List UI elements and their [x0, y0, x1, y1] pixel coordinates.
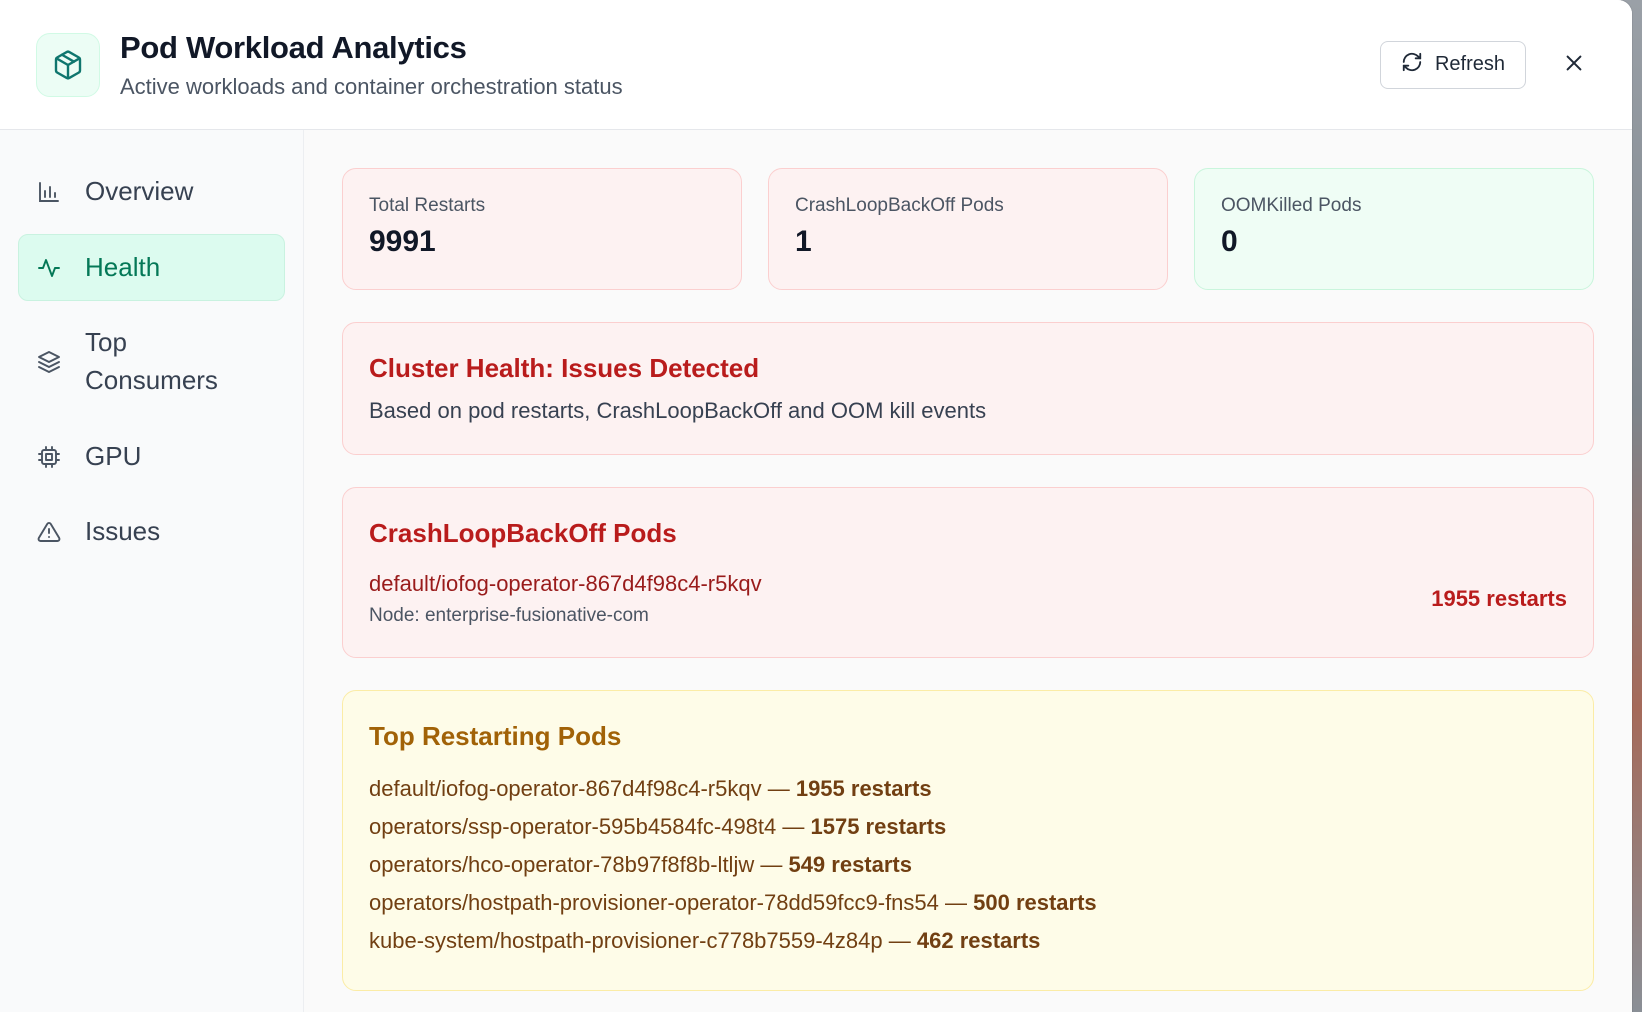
cluster-health-title: Cluster Health: Issues Detected: [369, 353, 760, 383]
restart-count: 1575 restarts: [810, 814, 947, 839]
header-text: Pod Workload Analytics Active workloads …: [120, 30, 1380, 100]
refresh-icon: [1401, 51, 1423, 79]
sidebar-item-label: Health: [85, 251, 161, 282]
sidebar-item-label: Overview: [85, 176, 194, 206]
crashloop-pod-node: Node: enterprise-fusionative-com: [369, 605, 649, 626]
crashloop-pod-row: default/iofog-operator-867d4f98c4-r5kqv …: [369, 571, 1567, 627]
top-restarting-panel: Top Restarting Pods default/iofog-operat…: [342, 690, 1594, 991]
separator: —: [938, 890, 974, 915]
sidebar-item-label: Issues: [85, 516, 161, 547]
cluster-health-panel: Cluster Health: Issues Detected Based on…: [342, 322, 1594, 455]
warning-icon: [37, 518, 65, 546]
sidebar: Overview Health Top Consumers GPU Issues: [0, 130, 304, 1012]
chip-icon: [37, 443, 65, 471]
bar-chart-icon: [37, 178, 65, 206]
sidebar-item-top-consumers[interactable]: Top Consumers: [18, 309, 285, 414]
sidebar-item-issues[interactable]: Issues: [18, 498, 285, 566]
crashloop-pod-restarts: 1955 restarts: [1431, 586, 1567, 611]
list-item: operators/hostpath-provisioner-operator-…: [369, 884, 1567, 922]
list-item: operators/ssp-operator-595b4584fc-498t4 …: [369, 808, 1567, 846]
pod-name: operators/ssp-operator-595b4584fc-498t4: [369, 814, 777, 839]
close-icon: [1563, 52, 1585, 77]
page-title: Pod Workload Analytics: [120, 29, 467, 65]
restart-count: 1955 restarts: [795, 776, 932, 801]
stat-label: Total Restarts: [369, 195, 486, 216]
sidebar-item-gpu[interactable]: GPU: [18, 423, 285, 491]
pod-name: operators/hostpath-provisioner-operator-…: [369, 890, 939, 915]
modal-header: Pod Workload Analytics Active workloads …: [0, 0, 1632, 130]
stat-label: CrashLoopBackOff Pods: [795, 195, 1004, 216]
sidebar-item-overview[interactable]: Overview: [18, 158, 285, 226]
stat-value: 9991: [369, 225, 436, 258]
crashloop-pod-name: default/iofog-operator-867d4f98c4-r5kqv: [369, 571, 762, 596]
cluster-health-description: Based on pod restarts, CrashLoopBackOff …: [369, 398, 987, 423]
separator: —: [754, 852, 789, 877]
top-restarting-list: default/iofog-operator-867d4f98c4-r5kqv …: [369, 770, 1567, 960]
main-content: Total Restarts 9991 CrashLoopBackOff Pod…: [304, 130, 1632, 1012]
separator: —: [776, 814, 811, 839]
stat-card-crashloop: CrashLoopBackOff Pods 1: [768, 168, 1168, 290]
sidebar-item-health[interactable]: Health: [18, 233, 285, 302]
activity-icon: [37, 254, 65, 282]
list-item: kube-system/hostpath-provisioner-c778b75…: [369, 922, 1567, 960]
crashloop-pod-info: default/iofog-operator-867d4f98c4-r5kqv …: [369, 571, 762, 627]
refresh-label: Refresh: [1434, 53, 1505, 75]
close-button[interactable]: [1552, 43, 1596, 87]
restart-count: 462 restarts: [916, 928, 1041, 953]
pod-name: default/iofog-operator-867d4f98c4-r5kqv: [369, 776, 762, 801]
top-restarting-title: Top Restarting Pods: [369, 721, 622, 751]
analytics-modal: Pod Workload Analytics Active workloads …: [0, 0, 1632, 1012]
layers-icon: [37, 348, 65, 376]
pod-name: operators/hco-operator-78b97f8f8b-ltljw: [369, 852, 755, 877]
restart-count: 549 restarts: [788, 852, 912, 877]
sidebar-item-label: GPU: [85, 440, 142, 471]
pod-name: kube-system/hostpath-provisioner-c778b75…: [369, 928, 883, 953]
crashloop-title: CrashLoopBackOff Pods: [369, 518, 677, 548]
sidebar-item-label: Top Consumers: [85, 327, 218, 396]
stat-value: 0: [1221, 225, 1238, 258]
stat-label: OOMKilled Pods: [1221, 195, 1362, 216]
list-item: operators/hco-operator-78b97f8f8b-ltljw …: [369, 846, 1567, 884]
stat-value: 1: [795, 225, 812, 258]
stat-card-oomkilled: OOMKilled Pods 0: [1194, 168, 1594, 290]
restart-count: 500 restarts: [973, 890, 1097, 915]
list-item: default/iofog-operator-867d4f98c4-r5kqv …: [369, 770, 1567, 808]
page-subtitle: Active workloads and container orchestra…: [120, 73, 623, 99]
stat-card-total-restarts: Total Restarts 9991: [342, 168, 742, 290]
modal-body: Overview Health Top Consumers GPU Issues…: [0, 130, 1632, 1012]
refresh-button[interactable]: Refresh: [1379, 40, 1526, 89]
separator: —: [761, 776, 796, 801]
crashloop-panel: CrashLoopBackOff Pods default/iofog-oper…: [342, 487, 1594, 658]
cube-icon: [36, 32, 100, 97]
separator: —: [882, 928, 917, 953]
stats-row: Total Restarts 9991 CrashLoopBackOff Pod…: [342, 168, 1594, 290]
